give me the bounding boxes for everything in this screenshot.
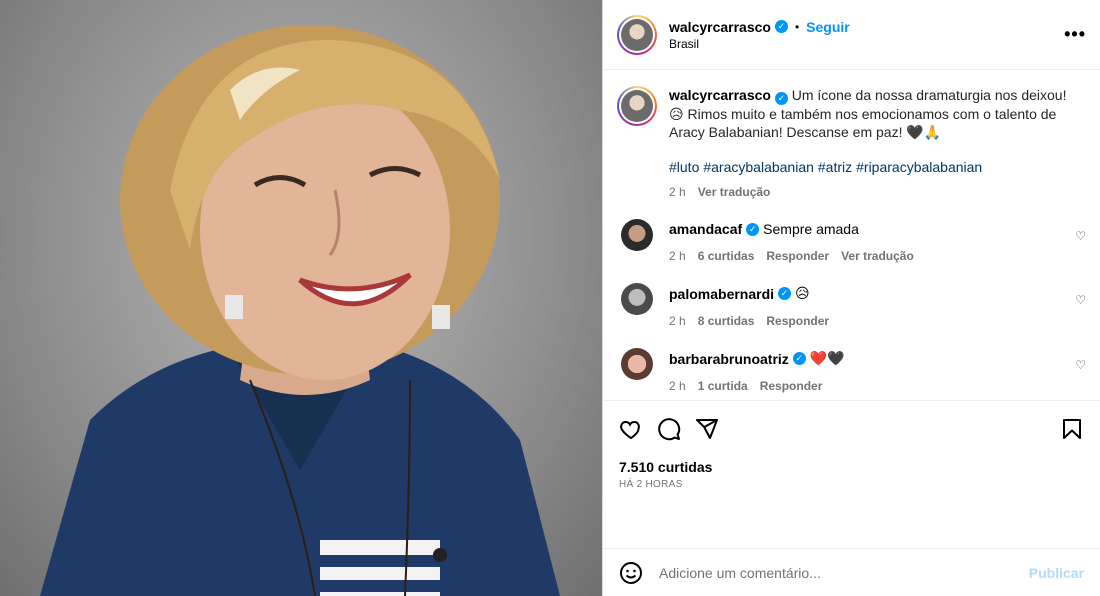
commenter-username[interactable]: barbarabrunoatriz [669, 351, 789, 367]
more-options-icon[interactable]: ••• [1064, 24, 1086, 45]
comment-item: barbarabrunoatriz ✓ ❤️🖤 2 h 1 curtida Re… [617, 348, 1086, 393]
hashtag-link[interactable]: #riparacybalabanian [856, 159, 982, 175]
like-comment-heart-icon[interactable]: ♡ [1075, 358, 1086, 372]
comment-time[interactable]: 2 h [669, 379, 686, 393]
likes-count[interactable]: 7.510 curtidas [619, 459, 1084, 475]
comment-text: 😥 [795, 285, 810, 301]
caption-avatar[interactable] [617, 86, 657, 126]
post-details-panel: walcyrcarrasco ✓ • Seguir Brasil ••• wal… [602, 0, 1100, 596]
author-avatar[interactable] [617, 14, 657, 55]
commenter-avatar[interactable] [621, 348, 653, 380]
comment-time[interactable]: 2 h [669, 249, 686, 263]
hashtag-link[interactable]: #luto [669, 159, 699, 175]
verified-badge-icon: ✓ [792, 352, 806, 365]
like-comment-heart-icon[interactable]: ♡ [1075, 229, 1086, 243]
reply-button[interactable]: Responder [766, 249, 829, 263]
comment-likes[interactable]: 1 curtida [698, 379, 748, 393]
comment-text: ❤️🖤 [809, 350, 845, 366]
like-comment-heart-icon[interactable]: ♡ [1075, 293, 1086, 307]
verified-badge-icon: ✓ [746, 222, 760, 236]
author-username[interactable]: walcyrcarrasco [669, 19, 771, 35]
follow-button[interactable]: Seguir [806, 19, 850, 35]
see-translation-button[interactable]: Ver tradução [841, 249, 914, 263]
post-photo[interactable] [0, 0, 602, 596]
emoji-icon[interactable] [619, 561, 643, 585]
comment-time[interactable]: 2 h [669, 314, 686, 328]
comment-item: amandacaf ✓ Sempre amada 2 h 6 curtidas … [617, 219, 1086, 263]
reply-button[interactable]: Responder [760, 379, 823, 393]
caption: walcyrcarrasco ✓ Um ícone da nossa drama… [617, 86, 1086, 199]
heart-icon[interactable] [619, 417, 643, 441]
bookmark-icon[interactable] [1060, 417, 1084, 441]
comments-section[interactable]: walcyrcarrasco ✓ Um ícone da nossa drama… [603, 70, 1100, 400]
hashtag-link[interactable]: #atriz [818, 159, 852, 175]
caption-time[interactable]: 2 h [669, 185, 686, 199]
verified-badge-icon: ✓ [774, 92, 788, 105]
portrait-illustration [40, 25, 560, 596]
add-comment-bar: Publicar [603, 548, 1100, 596]
comment-likes[interactable]: 6 curtidas [698, 249, 755, 263]
commenter-avatar[interactable] [621, 283, 653, 315]
post-actions: 7.510 curtidas Há 2 horas [603, 400, 1100, 548]
comment-icon[interactable] [657, 417, 681, 441]
verified-badge-icon: ✓ [774, 20, 788, 33]
post-time[interactable]: Há 2 horas [619, 479, 1084, 490]
publish-button[interactable]: Publicar [1029, 565, 1084, 581]
reply-button[interactable]: Responder [766, 314, 829, 328]
post-location[interactable]: Brasil [669, 37, 850, 51]
share-icon[interactable] [695, 417, 719, 441]
separator-dot: • [794, 19, 800, 34]
commenter-username[interactable]: amandacaf [669, 221, 742, 237]
comment-likes[interactable]: 8 curtidas [698, 314, 755, 328]
comment-input[interactable] [659, 564, 1029, 581]
post-header: walcyrcarrasco ✓ • Seguir Brasil ••• [603, 0, 1100, 70]
hashtags: #luto #aracybalabanian #atriz #riparacybala… [669, 159, 1069, 175]
verified-badge-icon: ✓ [778, 287, 792, 300]
see-translation-button[interactable]: Ver tradução [698, 185, 771, 199]
commenter-username[interactable]: palomabernardi [669, 286, 774, 302]
caption-username[interactable]: walcyrcarrasco [669, 87, 771, 103]
comment-item: palomabernardi ✓ 😥 2 h 8 curtidas Respon… [617, 283, 1086, 328]
hashtag-link[interactable]: #aracybalabanian [703, 159, 814, 175]
comment-text: Sempre amada [763, 221, 859, 237]
commenter-avatar[interactable] [621, 219, 653, 251]
